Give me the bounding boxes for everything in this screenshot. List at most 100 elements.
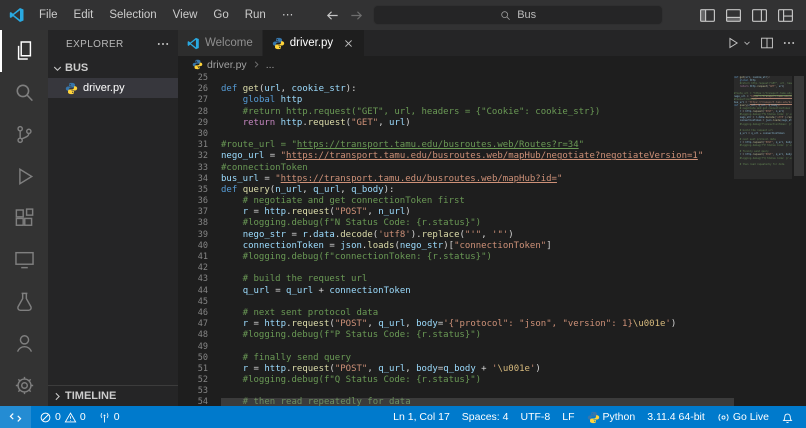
code-text: def get(url, cookie_str): [221,84,357,95]
notifications[interactable] [775,406,800,428]
code-line[interactable]: 47 r = http.request("POST", q_url, body=… [178,319,734,330]
layout-sidebar-left-icon[interactable] [699,7,716,24]
tab-driver-py[interactable]: driver.py [262,30,366,56]
activity-run-and-debug[interactable] [0,155,48,197]
code-text: global http [242,95,303,106]
vertical-scrollbar[interactable] [792,73,806,406]
search-input[interactable]: Bus [373,5,664,25]
code-text: #logging.debug(f"N Status Code: {r.statu… [221,218,482,229]
code-line[interactable]: 44 q_url = q_url + connectionToken [178,286,734,297]
code-line[interactable]: 35 def query(n_url, q_url, q_body): [178,185,734,196]
code-line[interactable]: 30 [178,129,734,140]
code-line[interactable]: 52 #logging.debug(f"Q Status Code: {r.st… [178,375,734,386]
python-file-icon [272,37,285,50]
activity-testing[interactable] [0,280,48,322]
horizontal-scrollbar[interactable] [221,398,734,406]
menu-edit[interactable]: Edit [66,0,102,30]
go-live[interactable]: Go Live [711,406,775,428]
status-text: Spaces: 4 [461,411,509,423]
code-line[interactable]: 27 global http [178,95,734,106]
code-line[interactable]: 37 r = http.request("POST", n_url) [178,207,734,218]
customize-layout-icon[interactable] [777,7,794,24]
forward-arrow-icon[interactable] [349,8,364,23]
code-line[interactable]: 34 bus_url = "https://transport.tamu.edu/… [178,174,734,185]
code-line[interactable]: 33 #connectionToken [178,163,734,174]
ports-indicator[interactable]: 0 [92,406,126,428]
tabs: Welcome driver.py [178,30,366,56]
ellipsis-icon[interactable] [782,36,796,50]
code-line[interactable]: 51 r = http.request("POST", q_url, body=… [178,364,734,375]
eol-sequence[interactable]: LF [556,406,580,428]
code-line[interactable]: 28 #return http.request("GET", url, head… [178,107,734,118]
encoding[interactable]: UTF-8 [514,406,556,428]
menu-selection[interactable]: Selection [101,0,164,30]
timeline-section-header[interactable]: TIMELINE [48,385,178,406]
code-line[interactable]: 42 [178,263,734,274]
code-line[interactable]: 25 [178,73,734,84]
code-line[interactable]: 26 def get(url, cookie_str): [178,84,734,95]
code-line[interactable]: 41 #logging.debug(f"connectionToken: {r.… [178,252,734,263]
line-number: 40 [197,240,208,251]
tab-welcome[interactable]: Welcome [178,30,263,56]
more-actions-icon[interactable] [156,37,170,51]
code-line[interactable]: 53 [178,386,734,397]
status-text: Go Live [732,411,769,423]
breadcrumb[interactable]: driver.py ... [178,56,806,73]
activity-source-control[interactable] [0,113,48,155]
menu-view[interactable]: View [165,0,206,30]
testing-icon [14,291,35,312]
explorer-sidebar: EXPLORER BUS driver.py TIMELINE [48,30,178,406]
chevron-down-icon[interactable] [742,38,752,48]
minimap[interactable]: def get(url, cookie_str): global http #r… [734,73,792,406]
menu-go[interactable]: Go [205,0,236,30]
code-line[interactable]: 38 #logging.debug(f"N Status Code: {r.st… [178,218,734,229]
activity-account[interactable] [0,322,48,364]
back-arrow-icon[interactable] [325,8,340,23]
activity-extensions[interactable] [0,197,48,239]
menu-run[interactable]: Run [237,0,274,30]
activity-explorer[interactable] [0,30,48,72]
code-line[interactable]: 40 connectionToken = json.loads(nego_str… [178,241,734,252]
breadcrumb-file[interactable]: driver.py [207,59,247,71]
status-bar-right: Ln 1, Col 17 Spaces: 4 UTF-8 LF Python 3.11.4… [387,406,806,428]
breadcrumb-more[interactable]: ... [266,59,275,71]
code-line[interactable]: 32 nego_url = "https://transport.tamu.edu… [178,151,734,162]
language-mode[interactable]: Python [581,406,642,428]
vertical-scrollbar-thumb[interactable] [794,76,804,176]
code-line[interactable]: 29 return http.request("GET", url) [178,118,734,129]
code-line[interactable]: 49 [178,342,734,353]
menu-more[interactable]: ⋯ [274,0,302,30]
code-editor[interactable]: 25 26 def get(url, cookie_str): 27 global h… [178,73,806,406]
code-line[interactable]: 46 # next sent protocol data [178,308,734,319]
close-icon[interactable] [342,37,355,50]
minimap-slider[interactable] [734,76,792,179]
activity-settings[interactable] [0,364,48,406]
cursor-position[interactable]: Ln 1, Col 17 [387,406,456,428]
layout-panel-icon[interactable] [725,7,742,24]
problems-indicator[interactable]: 00 [33,406,92,428]
code-text: #logging.debug(f"P Status Code: {r.statu… [221,330,482,341]
code-line[interactable]: 48 #logging.debug(f"P Status Code: {r.st… [178,330,734,341]
line-number: 27 [197,95,208,106]
split-editor-icon[interactable] [760,36,774,50]
code-line[interactable]: 39 nego_str = r.data.decode('utf8').repl… [178,230,734,241]
line-number: 38 [197,218,208,229]
file-item-driver-py[interactable]: driver.py [48,78,178,98]
code-line[interactable]: 45 [178,297,734,308]
layout-sidebar-right-icon[interactable] [751,7,768,24]
activity-search[interactable] [0,72,48,114]
line-number: 39 [197,229,208,240]
file-list: driver.py [48,78,178,98]
python-interpreter[interactable]: 3.11.4 64-bit [641,406,711,428]
indentation[interactable]: Spaces: 4 [456,406,515,428]
code-line[interactable]: 43 # build the request url [178,274,734,285]
code-line[interactable]: 36 # negotiate and get connectionToken f… [178,196,734,207]
run-icon[interactable] [726,36,740,50]
activity-remote-explorer[interactable] [0,239,48,281]
line-number: 29 [197,117,208,128]
folder-section-header[interactable]: BUS [48,58,178,78]
menu-file[interactable]: File [31,0,66,30]
code-line[interactable]: 50 # finally send query [178,353,734,364]
code-line[interactable]: 31 #route_url = "https://transport.tamu.e… [178,140,734,151]
remote-indicator[interactable] [0,406,31,428]
